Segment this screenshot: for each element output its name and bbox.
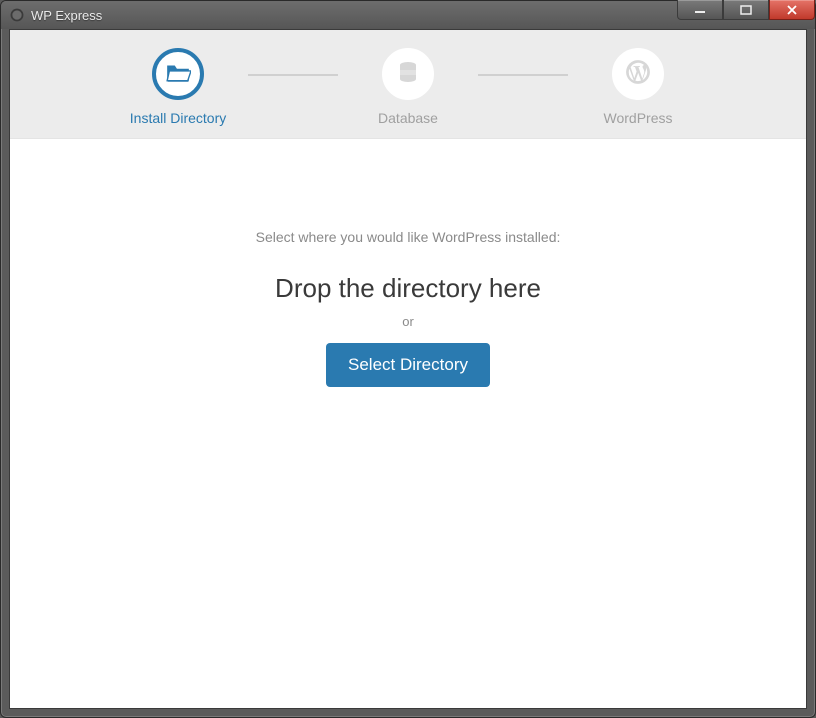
maximize-button[interactable] — [723, 0, 769, 20]
step-circle — [152, 48, 204, 100]
install-prompt: Select where you would like WordPress in… — [10, 229, 806, 245]
app-icon — [9, 7, 25, 23]
select-directory-button[interactable]: Select Directory — [326, 343, 490, 387]
titlebar[interactable]: WP Express — [1, 1, 815, 29]
step-wordpress[interactable]: WordPress — [568, 48, 708, 126]
minimize-icon — [694, 5, 706, 15]
close-button[interactable] — [769, 0, 815, 20]
database-icon — [396, 60, 420, 89]
wordpress-icon — [625, 59, 651, 90]
step-connector — [478, 74, 568, 76]
step-circle — [612, 48, 664, 100]
window-controls — [677, 1, 815, 20]
wizard-steps: Install Directory — [10, 30, 806, 139]
step-circle — [382, 48, 434, 100]
step-label: Database — [378, 110, 438, 126]
step-connector — [248, 74, 338, 76]
folder-open-icon — [165, 61, 191, 88]
drop-directory-heading: Drop the directory here — [10, 273, 806, 304]
minimize-button[interactable] — [677, 0, 723, 20]
maximize-icon — [740, 5, 752, 15]
window-frame: WP Express — [0, 0, 816, 718]
window-title: WP Express — [31, 8, 102, 23]
step-label: WordPress — [604, 110, 673, 126]
or-separator: or — [10, 314, 806, 329]
step-install-directory[interactable]: Install Directory — [108, 48, 248, 126]
main-content: Select where you would like WordPress in… — [10, 139, 806, 387]
step-database[interactable]: Database — [338, 48, 478, 126]
client-area: Install Directory — [9, 29, 807, 709]
step-label: Install Directory — [130, 110, 226, 126]
close-icon — [786, 5, 798, 15]
